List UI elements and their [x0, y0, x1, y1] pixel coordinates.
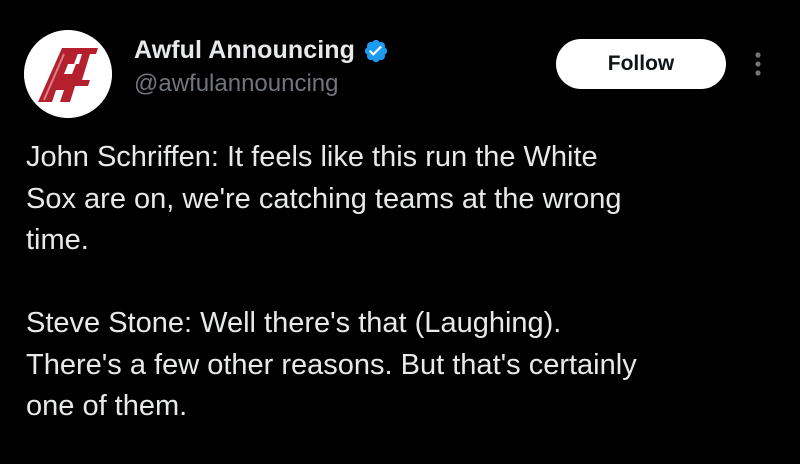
display-name[interactable]: Awful Announcing	[134, 36, 355, 65]
tweet-card: Awful Announcing @awfulannouncing Follow…	[0, 0, 800, 464]
text-line: one of them.	[26, 390, 188, 422]
tweet-paragraph: John Schriffen: It feels like this run t…	[26, 137, 786, 262]
author-handle[interactable]: @awfulannouncing	[134, 70, 339, 98]
text-line: Sox are on, we're catching teams at the …	[26, 182, 622, 215]
text-line: Steve Stone: Well there's that (Laughing…	[26, 307, 562, 339]
tweet-text: John Schriffen: It feels like this run t…	[26, 137, 786, 428]
text-line: John Schriffen: It feels like this run t…	[26, 141, 598, 173]
author-name-row: Awful Announcing	[134, 36, 389, 65]
more-vertical-icon[interactable]	[748, 48, 768, 80]
tweet-paragraph: Steve Stone: Well there's that (Laughing…	[26, 303, 786, 428]
verified-badge-icon	[363, 38, 389, 64]
avatar[interactable]	[24, 30, 112, 118]
text-line: There's a few other reasons. But that's …	[26, 348, 637, 381]
awful-announcing-logo-icon	[24, 30, 112, 118]
follow-button[interactable]: Follow	[556, 39, 726, 89]
text-line: time.	[26, 224, 89, 256]
